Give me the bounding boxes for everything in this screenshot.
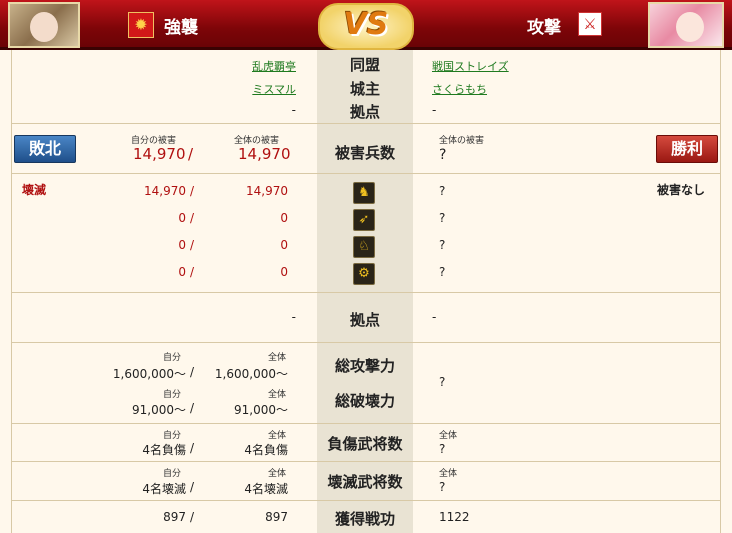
earned-merit-label: 獲得戦功 bbox=[334, 510, 395, 528]
total-attack-label: 総攻撃力 bbox=[334, 357, 395, 375]
unit-own-loss: 0 bbox=[178, 211, 186, 225]
wounded-self-label: 自分 bbox=[163, 431, 182, 441]
unit-total-loss: 0 bbox=[280, 238, 288, 252]
killed-total-value: 4名壊滅 bbox=[244, 482, 288, 496]
attack-own-value: 1,600,000～ bbox=[112, 367, 186, 381]
left-alliance-link[interactable]: 乱虎覇亭 bbox=[252, 58, 296, 74]
unit-total-loss: 0 bbox=[280, 211, 288, 225]
defeat-badge: 敗北 bbox=[14, 135, 76, 163]
wounded-right-value: ? bbox=[439, 442, 446, 456]
right-base-result: - bbox=[432, 310, 437, 324]
unit-separator: / bbox=[190, 265, 195, 279]
avatar-face bbox=[30, 12, 58, 42]
spearman-icon: ♞ bbox=[353, 182, 375, 204]
destroy-self-label: 自分 bbox=[163, 390, 182, 400]
killed-self-label: 自分 bbox=[163, 469, 182, 479]
attack-label: 攻撃 bbox=[527, 18, 561, 38]
archer-icon: ➶ bbox=[353, 209, 375, 231]
destroyed-label: 壊滅 bbox=[22, 183, 47, 197]
siege-icon: ⚙ bbox=[353, 263, 375, 285]
wounded-own-value: 4名負傷 bbox=[142, 443, 186, 457]
merit-right-value: 1122 bbox=[439, 510, 470, 524]
attack-total-value: 1,600,000～ bbox=[214, 367, 288, 381]
killed-right-total-label: 全体 bbox=[439, 469, 458, 479]
unit-right-loss: ? bbox=[439, 238, 446, 252]
destroy-own-value: 91,000～ bbox=[132, 403, 186, 417]
killed-total-label: 全体 bbox=[268, 469, 287, 479]
destroy-separator: / bbox=[190, 401, 195, 415]
wounded-total-label: 全体 bbox=[268, 431, 287, 441]
divider bbox=[11, 423, 720, 424]
assault-icon: ✹ bbox=[128, 12, 154, 38]
right-total-loss-label: 全体の被害 bbox=[439, 136, 485, 146]
divider bbox=[11, 173, 720, 174]
avatar-face bbox=[676, 12, 704, 42]
left-lord-link[interactable]: ミスマル bbox=[252, 81, 296, 97]
destroyed-generals-label: 壊滅武将数 bbox=[327, 473, 403, 491]
base-label: 拠点 bbox=[349, 103, 380, 121]
vs-text: VS bbox=[343, 7, 389, 42]
base-result-label: 拠点 bbox=[349, 311, 380, 329]
casualties-label: 被害兵数 bbox=[334, 144, 395, 162]
merit-total-value: 897 bbox=[265, 510, 288, 524]
lord-label: 城主 bbox=[349, 80, 380, 98]
battle-header: ✹ 強襲 攻撃 ⚔ VS bbox=[0, 0, 732, 50]
attacker-avatar bbox=[648, 2, 724, 48]
attack-total-label: 全体 bbox=[268, 353, 287, 363]
merit-own-value: 897 bbox=[163, 510, 186, 524]
divider bbox=[11, 342, 720, 343]
defender-avatar bbox=[8, 2, 80, 48]
left-base-result: - bbox=[291, 310, 296, 324]
divider bbox=[11, 123, 720, 124]
divider bbox=[11, 292, 720, 293]
attack-separator: / bbox=[190, 365, 195, 379]
unit-own-loss: 0 bbox=[178, 265, 186, 279]
unit-separator: / bbox=[190, 211, 195, 225]
alliance-label: 同盟 bbox=[349, 56, 380, 74]
own-loss-value: 14,970 bbox=[133, 145, 186, 163]
no-damage-label: 被害なし bbox=[657, 183, 706, 197]
unit-right-loss: ? bbox=[439, 265, 446, 279]
cavalry-icon: ♘ bbox=[353, 236, 375, 258]
unit-separator: / bbox=[190, 184, 195, 198]
destroy-total-label: 全体 bbox=[268, 390, 287, 400]
unit-own-loss: 14,970 bbox=[144, 184, 186, 198]
right-base: - bbox=[432, 103, 437, 117]
border-right bbox=[720, 50, 721, 533]
killed-separator: / bbox=[190, 480, 195, 494]
wounded-separator: / bbox=[190, 441, 195, 455]
wounded-generals-label: 負傷武将数 bbox=[327, 435, 403, 453]
merit-separator: / bbox=[190, 510, 195, 524]
wounded-total-value: 4名負傷 bbox=[244, 443, 288, 457]
total-destroy-label: 総破壊力 bbox=[334, 392, 395, 410]
divider bbox=[11, 500, 720, 501]
unit-separator: / bbox=[190, 238, 195, 252]
unit-own-loss: 0 bbox=[178, 238, 186, 252]
attack-self-label: 自分 bbox=[163, 353, 182, 363]
unit-total-loss: 14,970 bbox=[246, 184, 288, 198]
unit-total-loss: 0 bbox=[280, 265, 288, 279]
vs-badge: VS bbox=[318, 3, 414, 50]
right-loss-value: ? bbox=[439, 147, 447, 163]
destroy-total-value: 91,000～ bbox=[234, 403, 288, 417]
right-lord-link[interactable]: さくらもち bbox=[432, 81, 487, 97]
unit-right-loss: ? bbox=[439, 184, 446, 198]
mode-label: 強襲 bbox=[164, 18, 198, 38]
total-loss-value: 14,970 bbox=[238, 145, 291, 163]
divider bbox=[11, 461, 720, 462]
left-base: - bbox=[291, 103, 296, 117]
right-alliance-link[interactable]: 戦国ストレイズ bbox=[432, 58, 509, 74]
crossed-swords-icon: ⚔ bbox=[578, 12, 602, 36]
killed-own-value: 4名壊滅 bbox=[142, 482, 186, 496]
loss-separator: / bbox=[188, 145, 194, 163]
wounded-right-total-label: 全体 bbox=[439, 431, 458, 441]
unit-right-loss: ? bbox=[439, 211, 446, 225]
killed-right-value: ? bbox=[439, 480, 446, 494]
right-power-value: ? bbox=[439, 375, 446, 389]
victory-badge: 勝利 bbox=[656, 135, 718, 163]
